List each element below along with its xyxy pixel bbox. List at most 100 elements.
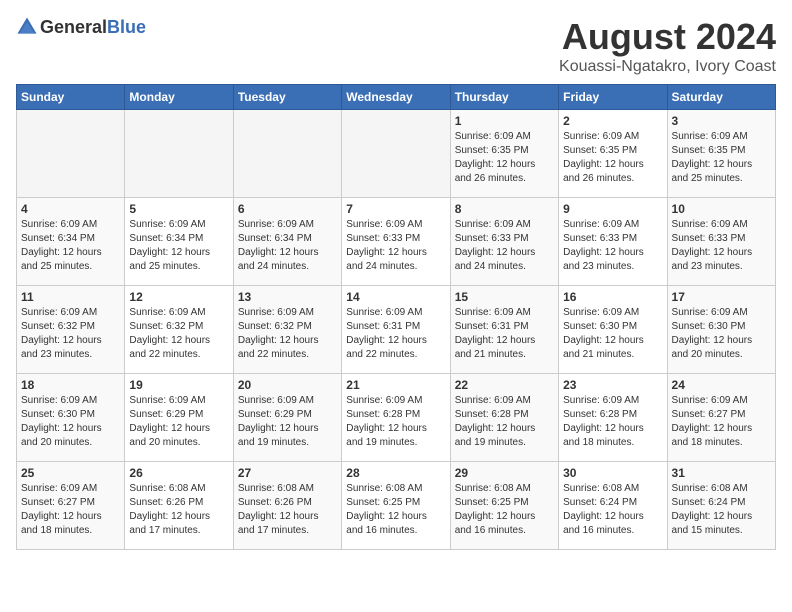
calendar-cell: 15Sunrise: 6:09 AM Sunset: 6:31 PM Dayli… xyxy=(450,286,558,374)
calendar-cell xyxy=(17,110,125,198)
cell-content: Sunrise: 6:08 AM Sunset: 6:25 PM Dayligh… xyxy=(346,482,445,538)
location-title: Kouassi-Ngatakro, Ivory Coast xyxy=(559,58,776,76)
day-number: 15 xyxy=(455,290,554,304)
day-number: 5 xyxy=(129,202,228,216)
calendar-cell: 2 Sunrise: 6:09 AM Sunset: 6:35 PM Daylig… xyxy=(559,110,667,198)
day-number: 9 xyxy=(563,202,662,216)
calendar-cell: 16 Sunrise: 6:09 AM Sunset: 6:30 PM Dayli… xyxy=(559,286,667,374)
weekday-header-row: SundayMondayTuesdayWednesdayThursdayFrid… xyxy=(17,85,776,110)
calendar-cell: 4Sunrise: 6:09 AM Sunset: 6:34 PM Daylig… xyxy=(17,198,125,286)
calendar-cell: 5 Sunrise: 6:09 AM Sunset: 6:34 PM Daylig… xyxy=(125,198,233,286)
cell-content: Sunrise: 6:08 AM Sunset: 6:25 PM Dayligh… xyxy=(455,482,554,538)
header: GeneralBlue August 2024 Kouassi-Ngatakro… xyxy=(16,16,776,76)
cell-content: Sunrise: 6:09 AM Sunset: 6:32 PM Dayligh… xyxy=(238,306,337,362)
day-number: 16 xyxy=(563,290,662,304)
day-number: 23 xyxy=(563,378,662,392)
weekday-header-saturday: Saturday xyxy=(667,85,775,110)
calendar-cell: 31Sunrise: 6:08 AM Sunset: 6:24 PM Dayli… xyxy=(667,462,775,550)
calendar-cell: 12Sunrise: 6:09 AM Sunset: 6:32 PM Dayli… xyxy=(125,286,233,374)
cell-content: Sunrise: 6:09 AM Sunset: 6:28 PM Dayligh… xyxy=(346,394,445,450)
weekday-header-friday: Friday xyxy=(559,85,667,110)
calendar-cell: 24 Sunrise: 6:09 AM Sunset: 6:27 PM Dayli… xyxy=(667,374,775,462)
cell-content: Sunrise: 6:09 AM Sunset: 6:34 PM Dayligh… xyxy=(238,218,337,274)
title-area: August 2024 Kouassi-Ngatakro, Ivory Coas… xyxy=(559,16,776,76)
calendar-cell: 6 Sunrise: 6:09 AM Sunset: 6:34 PM Daylig… xyxy=(233,198,341,286)
day-number: 26 xyxy=(129,466,228,480)
calendar-week-2: 4Sunrise: 6:09 AM Sunset: 6:34 PM Daylig… xyxy=(17,198,776,286)
logo-icon xyxy=(16,16,38,38)
calendar-cell: 1 Sunrise: 6:09 AM Sunset: 6:35 PM Daylig… xyxy=(450,110,558,198)
day-number: 2 xyxy=(563,114,662,128)
cell-content: Sunrise: 6:09 AM Sunset: 6:33 PM Dayligh… xyxy=(672,218,771,274)
cell-content: Sunrise: 6:09 AM Sunset: 6:30 PM Dayligh… xyxy=(563,306,662,362)
calendar-week-3: 11 Sunrise: 6:09 AM Sunset: 6:32 PM Dayli… xyxy=(17,286,776,374)
cell-content: Sunrise: 6:09 AM Sunset: 6:33 PM Dayligh… xyxy=(346,218,445,274)
day-number: 6 xyxy=(238,202,337,216)
calendar-cell: 28 Sunrise: 6:08 AM Sunset: 6:25 PM Dayli… xyxy=(342,462,450,550)
cell-content: Sunrise: 6:09 AM Sunset: 6:30 PM Dayligh… xyxy=(21,394,120,450)
cell-content: Sunrise: 6:09 AM Sunset: 6:33 PM Dayligh… xyxy=(563,218,662,274)
day-number: 7 xyxy=(346,202,445,216)
calendar-cell: 14 Sunrise: 6:09 AM Sunset: 6:31 PM Dayli… xyxy=(342,286,450,374)
day-number: 8 xyxy=(455,202,554,216)
day-number: 3 xyxy=(672,114,771,128)
cell-content: Sunrise: 6:08 AM Sunset: 6:26 PM Dayligh… xyxy=(238,482,337,538)
day-number: 10 xyxy=(672,202,771,216)
cell-content: Sunrise: 6:09 AM Sunset: 6:31 PM Dayligh… xyxy=(346,306,445,362)
cell-content: Sunrise: 6:08 AM Sunset: 6:24 PM Dayligh… xyxy=(563,482,662,538)
cell-content: Sunrise: 6:09 AM Sunset: 6:34 PM Dayligh… xyxy=(21,218,120,274)
cell-content: Sunrise: 6:09 AM Sunset: 6:35 PM Dayligh… xyxy=(563,130,662,186)
month-title: August 2024 xyxy=(559,16,776,58)
calendar-cell: 23Sunrise: 6:09 AM Sunset: 6:28 PM Dayli… xyxy=(559,374,667,462)
calendar-cell: 20Sunrise: 6:09 AM Sunset: 6:29 PM Dayli… xyxy=(233,374,341,462)
day-number: 12 xyxy=(129,290,228,304)
cell-content: Sunrise: 6:09 AM Sunset: 6:32 PM Dayligh… xyxy=(21,306,120,362)
calendar-table: SundayMondayTuesdayWednesdayThursdayFrid… xyxy=(16,84,776,550)
weekday-header-tuesday: Tuesday xyxy=(233,85,341,110)
calendar-cell xyxy=(125,110,233,198)
weekday-header-thursday: Thursday xyxy=(450,85,558,110)
cell-content: Sunrise: 6:09 AM Sunset: 6:30 PM Dayligh… xyxy=(672,306,771,362)
calendar-cell: 29 Sunrise: 6:08 AM Sunset: 6:25 PM Dayli… xyxy=(450,462,558,550)
calendar-cell: 27 Sunrise: 6:08 AM Sunset: 6:26 PM Dayli… xyxy=(233,462,341,550)
cell-content: Sunrise: 6:09 AM Sunset: 6:29 PM Dayligh… xyxy=(129,394,228,450)
day-number: 25 xyxy=(21,466,120,480)
cell-content: Sunrise: 6:09 AM Sunset: 6:33 PM Dayligh… xyxy=(455,218,554,274)
day-number: 22 xyxy=(455,378,554,392)
day-number: 31 xyxy=(672,466,771,480)
calendar-cell: 17 Sunrise: 6:09 AM Sunset: 6:30 PM Dayli… xyxy=(667,286,775,374)
logo-text-general: General xyxy=(40,17,107,37)
day-number: 11 xyxy=(21,290,120,304)
cell-content: Sunrise: 6:09 AM Sunset: 6:27 PM Dayligh… xyxy=(672,394,771,450)
calendar-cell: 30 Sunrise: 6:08 AM Sunset: 6:24 PM Dayli… xyxy=(559,462,667,550)
day-number: 18 xyxy=(21,378,120,392)
calendar-cell: 18 Sunrise: 6:09 AM Sunset: 6:30 PM Dayli… xyxy=(17,374,125,462)
day-number: 27 xyxy=(238,466,337,480)
day-number: 13 xyxy=(238,290,337,304)
logo: GeneralBlue xyxy=(16,16,146,38)
calendar-week-5: 25 Sunrise: 6:09 AM Sunset: 6:27 PM Dayli… xyxy=(17,462,776,550)
day-number: 20 xyxy=(238,378,337,392)
cell-content: Sunrise: 6:09 AM Sunset: 6:28 PM Dayligh… xyxy=(455,394,554,450)
day-number: 24 xyxy=(672,378,771,392)
calendar-cell: 13 Sunrise: 6:09 AM Sunset: 6:32 PM Dayli… xyxy=(233,286,341,374)
cell-content: Sunrise: 6:09 AM Sunset: 6:34 PM Dayligh… xyxy=(129,218,228,274)
calendar-cell: 21Sunrise: 6:09 AM Sunset: 6:28 PM Dayli… xyxy=(342,374,450,462)
calendar-cell: 11 Sunrise: 6:09 AM Sunset: 6:32 PM Dayli… xyxy=(17,286,125,374)
calendar-cell xyxy=(342,110,450,198)
day-number: 29 xyxy=(455,466,554,480)
calendar-week-1: 1 Sunrise: 6:09 AM Sunset: 6:35 PM Daylig… xyxy=(17,110,776,198)
day-number: 17 xyxy=(672,290,771,304)
calendar-cell: 8 Sunrise: 6:09 AM Sunset: 6:33 PM Daylig… xyxy=(450,198,558,286)
logo-text-blue: Blue xyxy=(107,17,146,37)
cell-content: Sunrise: 6:09 AM Sunset: 6:27 PM Dayligh… xyxy=(21,482,120,538)
cell-content: Sunrise: 6:09 AM Sunset: 6:35 PM Dayligh… xyxy=(672,130,771,186)
day-number: 1 xyxy=(455,114,554,128)
day-number: 14 xyxy=(346,290,445,304)
cell-content: Sunrise: 6:08 AM Sunset: 6:26 PM Dayligh… xyxy=(129,482,228,538)
day-number: 28 xyxy=(346,466,445,480)
cell-content: Sunrise: 6:09 AM Sunset: 6:35 PM Dayligh… xyxy=(455,130,554,186)
calendar-cell: 3 Sunrise: 6:09 AM Sunset: 6:35 PM Daylig… xyxy=(667,110,775,198)
day-number: 19 xyxy=(129,378,228,392)
day-number: 30 xyxy=(563,466,662,480)
